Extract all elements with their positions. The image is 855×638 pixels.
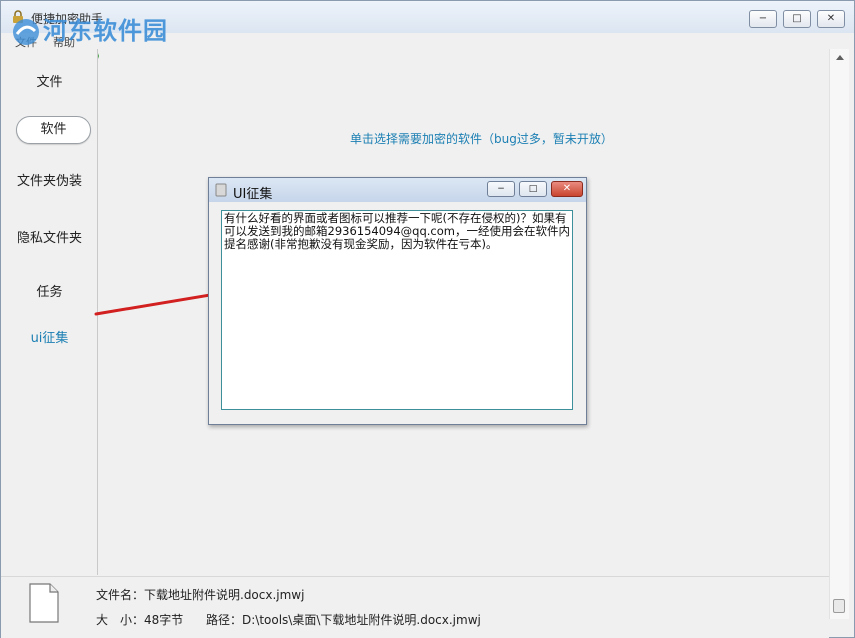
sidebar-item-software[interactable]: 软件: [16, 116, 91, 144]
menu-help[interactable]: 帮助: [53, 34, 75, 50]
dialog-close-button[interactable]: ✕: [551, 181, 583, 197]
main-hint-text: 单击选择需要加密的软件（bug过多，暂未开放）: [350, 132, 613, 146]
dialog-minimize-button[interactable]: −: [487, 181, 515, 197]
lock-icon: [13, 10, 23, 23]
document-icon: [29, 583, 59, 623]
maximize-button[interactable]: □: [783, 10, 811, 28]
sidebar-item-private-folder[interactable]: 隐私文件夹: [1, 227, 98, 246]
title-bar[interactable]: 便捷加密助手 − □ ✕: [1, 1, 854, 33]
dialog-title: UI征集: [233, 187, 273, 202]
file-path-label: 路径：D:\tools\桌面\下载地址附件说明.docx.jmwj: [206, 613, 481, 627]
dialog-app-icon: [215, 183, 227, 197]
dialog-title-bar[interactable]: UI征集 − □ ✕: [209, 178, 586, 202]
minimize-icon: −: [758, 13, 768, 24]
dialog-maximize-button[interactable]: □: [519, 181, 547, 197]
ui-collect-dialog: UI征集 − □ ✕ 有什么好看的界面或者图标可以推荐一下呢(不存在侵权的)？如…: [208, 177, 587, 425]
vertical-scrollbar[interactable]: [829, 49, 849, 619]
maximize-icon: □: [528, 183, 538, 194]
sidebar: 文件 软件 文件夹伪装 隐私文件夹 任务 ui征集: [1, 49, 98, 575]
sidebar-item-tasks[interactable]: 任务: [1, 281, 98, 300]
scroll-thumb[interactable]: [833, 599, 845, 613]
menu-bar: 文件 帮助: [1, 33, 854, 49]
file-info-bar: 文件名：下载地址附件说明.docx.jmwj 大 小：48字节 路径：D:\to…: [1, 576, 829, 638]
sidebar-item-file[interactable]: 文件: [1, 71, 98, 90]
minimize-button[interactable]: −: [749, 10, 777, 28]
dialog-message-textarea[interactable]: 有什么好看的界面或者图标可以推荐一下呢(不存在侵权的)？如果有可以发送到我的邮箱…: [221, 210, 573, 410]
sidebar-item-folder-disguise[interactable]: 文件夹伪装: [1, 170, 98, 189]
close-button[interactable]: ✕: [817, 10, 845, 28]
window-title: 便捷加密助手: [31, 12, 104, 26]
sidebar-item-ui-collect[interactable]: ui征集: [1, 327, 98, 346]
close-icon: ✕: [826, 13, 836, 24]
menu-file[interactable]: 文件: [15, 34, 37, 50]
maximize-icon: □: [792, 13, 802, 24]
scroll-up-icon[interactable]: [836, 55, 844, 60]
close-icon: ✕: [562, 183, 572, 194]
file-name-label: 文件名：下载地址附件说明.docx.jmwj: [96, 588, 305, 602]
file-size-label: 大 小：48字节: [96, 613, 184, 627]
minimize-icon: −: [497, 183, 505, 194]
